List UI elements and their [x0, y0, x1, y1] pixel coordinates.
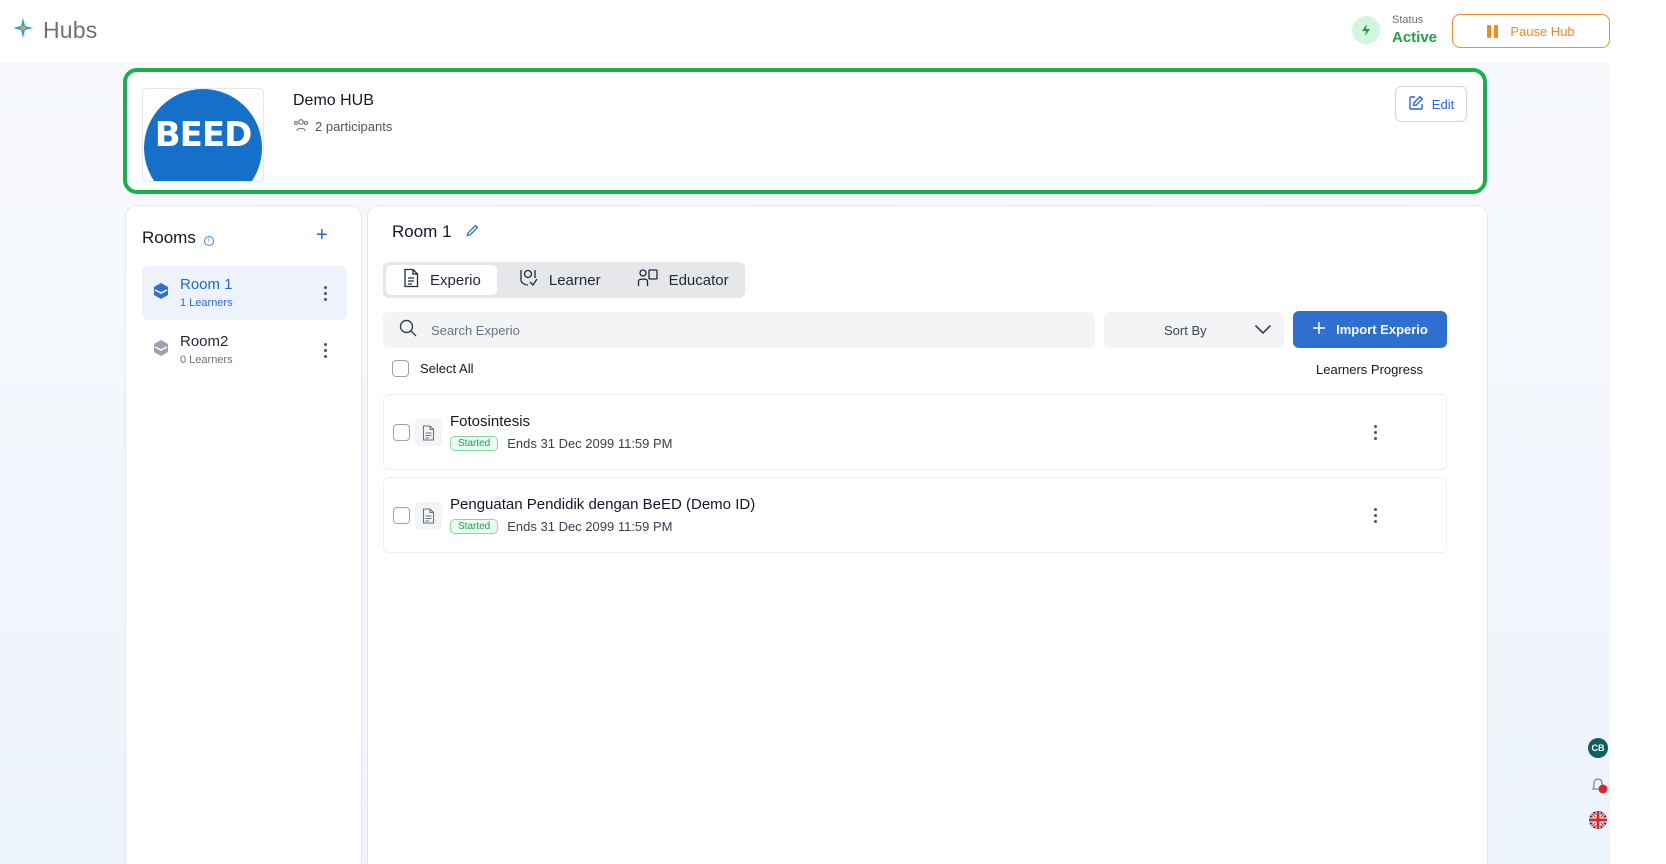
search-experio: [383, 312, 1095, 348]
educator-icon: [637, 268, 659, 292]
edit-hub-button[interactable]: Edit: [1395, 86, 1467, 122]
learner-icon: [517, 268, 539, 292]
tab-bar: Experio Learner Educator: [383, 262, 745, 298]
pause-icon: [1487, 24, 1499, 38]
participants-count: 2 participants: [315, 119, 393, 134]
uk-flag-icon[interactable]: [1589, 811, 1607, 829]
experio-row[interactable]: Penguatan Pendidik dengan BeED (Demo ID)…: [383, 477, 1447, 553]
rooms-title: Rooms: [142, 228, 196, 247]
room-icon: [152, 282, 170, 305]
experio-row[interactable]: Fotosintesis Started Ends 31 Dec 2099 11…: [383, 394, 1447, 470]
experio-ends: Ends 31 Dec 2099 11:59 PM: [507, 436, 673, 451]
sort-label: Sort By: [1164, 323, 1207, 338]
status-badge: Started: [450, 436, 499, 451]
document-icon: [402, 268, 420, 292]
top-bar: Hubs Status Active Pause Hub: [0, 0, 1666, 62]
document-icon: [415, 502, 442, 529]
room-learners: 1 Learners: [180, 297, 233, 309]
participants-icon: [293, 117, 309, 136]
room-heading: Room 1: [392, 222, 479, 242]
room-learners: 0 Learners: [180, 354, 233, 366]
row-checkbox[interactable]: [393, 424, 410, 441]
experio-title: Penguatan Pendidik dengan BeED (Demo ID): [450, 496, 756, 513]
experio-menu-icon[interactable]: [1372, 423, 1379, 442]
tab-experio-label: Experio: [430, 271, 481, 289]
rooms-heading: Rooms i: [142, 228, 214, 248]
pencil-icon[interactable]: [466, 222, 479, 242]
room-name: Room 1: [180, 276, 233, 293]
room-icon: [152, 339, 170, 362]
select-all[interactable]: Select All: [392, 360, 473, 377]
tab-learner-label: Learner: [548, 271, 601, 289]
hub-logo-text: BEED: [154, 115, 253, 155]
tab-educator[interactable]: Educator: [621, 265, 745, 295]
app-title: Hubs: [43, 17, 98, 43]
brand[interactable]: Hubs: [12, 17, 98, 44]
row-checkbox[interactable]: [393, 507, 410, 524]
room-menu-icon[interactable]: [322, 284, 329, 303]
search-input[interactable]: [431, 322, 1031, 338]
edit-label: Edit: [1431, 96, 1455, 112]
status-badge: Started: [450, 519, 499, 534]
room-name: Room2: [180, 333, 229, 350]
info-icon[interactable]: i: [203, 235, 214, 246]
lightning-icon: [1352, 16, 1380, 44]
status-label: Status: [1392, 14, 1424, 26]
experio-ends: Ends 31 Dec 2099 11:59 PM: [507, 519, 673, 534]
rooms-panel: Rooms i + Room 1 1 Learners Room2 0 Lear…: [125, 205, 362, 864]
hub-status: Status Active: [1352, 14, 1437, 46]
tab-learner[interactable]: Learner: [501, 265, 617, 295]
hub-card: BEED Demo HUB 2 participants Edit: [123, 68, 1487, 194]
select-all-label: Select All: [420, 361, 474, 376]
experio-title: Fotosintesis: [450, 413, 531, 430]
add-room-button[interactable]: +: [316, 224, 328, 247]
notification-bell-icon[interactable]: [1588, 774, 1610, 796]
select-all-checkbox[interactable]: [392, 360, 409, 377]
room-title: Room 1: [392, 222, 452, 241]
user-avatar[interactable]: CB: [1588, 738, 1608, 758]
import-label: Import Experio: [1336, 322, 1428, 337]
edit-icon: [1408, 95, 1424, 114]
room-item[interactable]: Room 1 1 Learners: [142, 266, 347, 320]
search-icon: [399, 319, 417, 342]
hubs-logo-icon: [12, 17, 34, 44]
hub-participants: 2 participants: [293, 117, 392, 136]
tab-experio[interactable]: Experio: [386, 265, 497, 295]
room-item[interactable]: Room2 0 Learners: [142, 323, 347, 377]
room-menu-icon[interactable]: [322, 341, 329, 360]
hub-logo: BEED: [142, 88, 264, 182]
hub-name: Demo HUB: [293, 92, 374, 109]
status-value: Active: [1392, 29, 1438, 46]
plus-icon: [1312, 321, 1326, 338]
sort-by-dropdown[interactable]: Sort By: [1104, 312, 1284, 348]
experio-menu-icon[interactable]: [1372, 506, 1379, 525]
pause-hub-button[interactable]: Pause Hub: [1452, 14, 1610, 48]
tab-educator-label: Educator: [668, 271, 729, 289]
chevron-down-icon: [1254, 322, 1272, 341]
pause-hub-label: Pause Hub: [1510, 23, 1575, 39]
learners-progress-label: Learners Progress: [1316, 362, 1423, 377]
import-experio-button[interactable]: Import Experio: [1293, 311, 1447, 348]
room-detail-panel: Room 1 Experio Learner Educator Search E…: [367, 205, 1488, 864]
document-icon: [415, 419, 442, 446]
